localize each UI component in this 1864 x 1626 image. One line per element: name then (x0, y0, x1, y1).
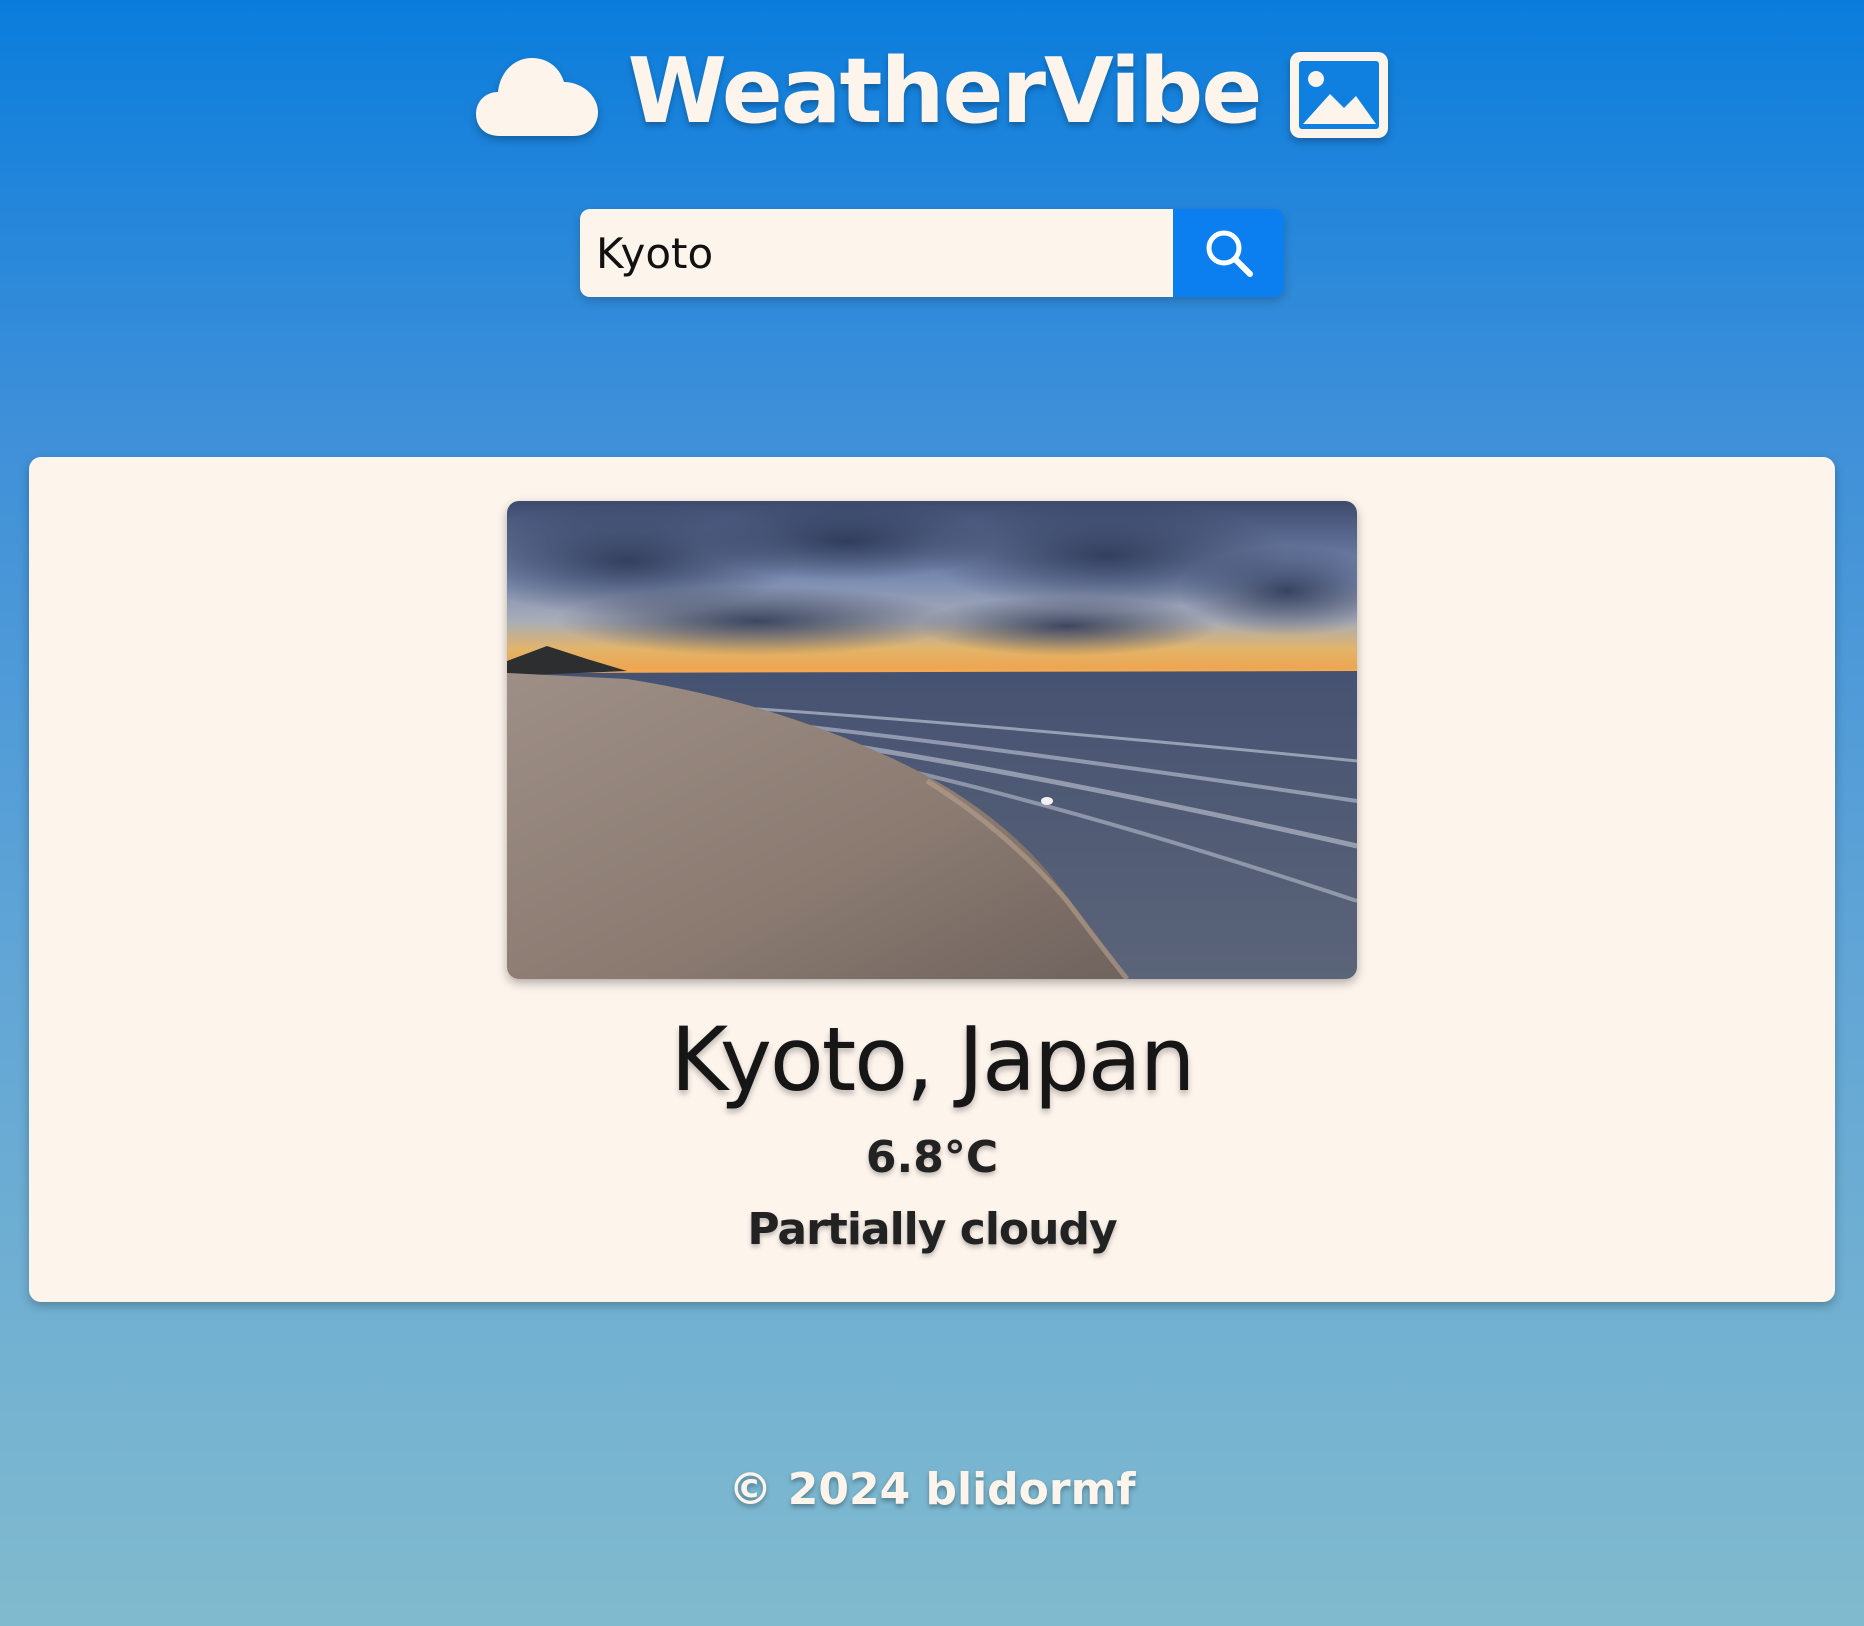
temperature: 6.8°C (865, 1132, 999, 1183)
location-name: Kyoto, Japan (670, 1008, 1196, 1111)
app-title: WeatherVibe (627, 39, 1263, 144)
weather-condition: Partially cloudy (747, 1204, 1117, 1255)
weather-photo (507, 501, 1357, 979)
search-button[interactable] (1173, 209, 1284, 297)
image-icon (1290, 52, 1389, 138)
header-brand: WeatherVibe (475, 47, 1389, 138)
search-icon (1206, 230, 1253, 277)
cloud-icon (475, 58, 598, 136)
weather-card: Kyoto, Japan 6.8°C Partially cloudy (29, 457, 1835, 1302)
app-header: WeatherVibe (0, 40, 1864, 150)
search-input[interactable] (580, 209, 1173, 297)
search-bar (580, 209, 1284, 297)
beach-sunset-image (507, 501, 1357, 979)
footer-copyright: © 2024 blidormf (728, 1464, 1136, 1515)
